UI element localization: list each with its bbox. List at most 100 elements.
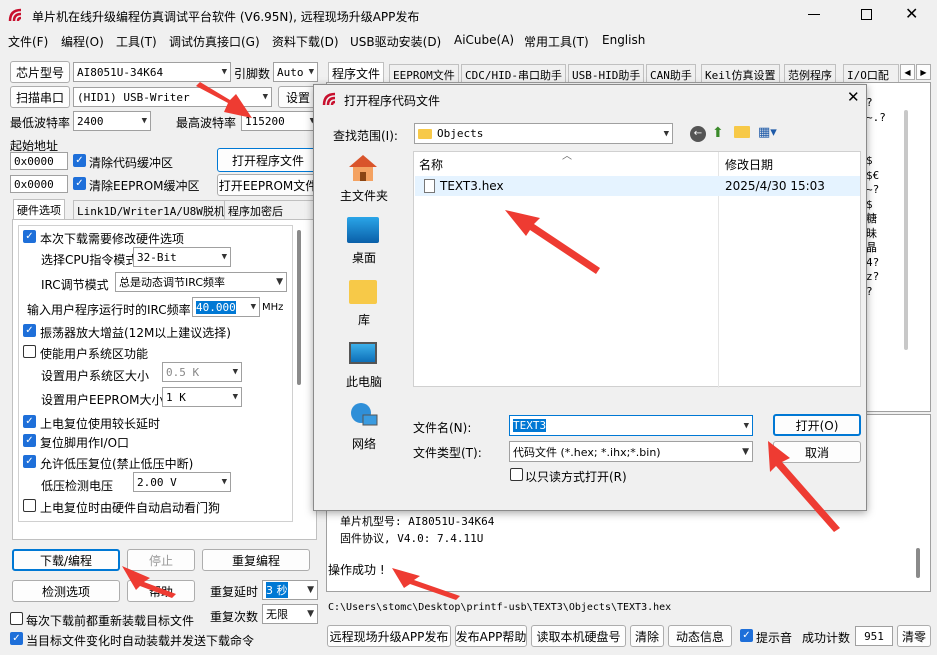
lvr-checkbox[interactable]: ✓ bbox=[23, 455, 36, 468]
chip-model-select[interactable]: AI8051U-34K64 ▼ bbox=[73, 62, 231, 82]
filetype-select[interactable]: 代码文件 (*.hex; *.ihx;*.bin) ▼ bbox=[509, 441, 753, 462]
min-baud-select[interactable]: 2400 ▼ bbox=[73, 111, 151, 131]
network-icon[interactable] bbox=[349, 401, 379, 429]
menu-debug[interactable]: 调试仿真接口(G) bbox=[169, 33, 260, 50]
new-folder-icon[interactable] bbox=[734, 126, 750, 138]
look-in-select[interactable]: Objects ▼ bbox=[414, 123, 673, 144]
modify-hw-checkbox[interactable]: ✓ bbox=[23, 230, 36, 243]
desktop-icon[interactable] bbox=[347, 217, 379, 243]
osc-gain-checkbox[interactable]: ✓ bbox=[23, 324, 36, 337]
back-icon[interactable]: ← bbox=[690, 126, 706, 142]
clear-eeprom-checkbox[interactable]: ✓ bbox=[73, 177, 86, 190]
dialog-close-icon[interactable]: ✕ bbox=[847, 88, 860, 106]
place-home-folder[interactable]: 主文件夹 bbox=[334, 187, 394, 204]
maximize-icon[interactable] bbox=[861, 9, 872, 20]
minimize-icon[interactable] bbox=[808, 14, 820, 15]
settings-button[interactable]: 设置 bbox=[278, 86, 318, 108]
chip-model-value: AI8051U-34K64 bbox=[77, 65, 164, 79]
pin-count-value: Auto bbox=[277, 65, 304, 79]
port-select[interactable]: (HID1) USB-Writer ▼ bbox=[73, 87, 272, 107]
hex-view-scrollbar[interactable] bbox=[904, 110, 908, 350]
pin-count-label: 引脚数 bbox=[234, 67, 271, 81]
menu-usb-driver[interactable]: USB驱动安装(D) bbox=[350, 33, 441, 50]
publish-help-button[interactable]: 发布APP帮助 bbox=[455, 625, 527, 647]
help-button[interactable]: 帮助 bbox=[127, 580, 195, 602]
chevron-down-icon: ▼ bbox=[250, 302, 256, 312]
dialog-app-icon bbox=[322, 91, 338, 107]
home-folder-icon[interactable] bbox=[347, 153, 379, 183]
repeat-count-select[interactable]: 无限 ▼ bbox=[262, 604, 318, 624]
cpu-mode-select[interactable]: 32-Bit ▼ bbox=[133, 247, 231, 267]
options-scrollbar[interactable] bbox=[297, 230, 301, 385]
library-icon[interactable] bbox=[349, 280, 377, 304]
log-scrollbar[interactable] bbox=[916, 548, 920, 578]
eeprom-size-select[interactable]: 1 K ▼ bbox=[162, 387, 242, 407]
log-success: 操作成功 ! bbox=[328, 563, 385, 577]
column-name-header[interactable]: 名称 bbox=[419, 156, 443, 173]
auto-reload-label: 当目标文件变化时自动装载并发送下载命令 bbox=[26, 634, 255, 648]
eeprom-address-input[interactable]: 0x0000 bbox=[10, 175, 68, 193]
tab-hardware-options[interactable]: 硬件选项 bbox=[13, 199, 65, 221]
readonly-checkbox[interactable] bbox=[510, 468, 523, 481]
menu-common-tools[interactable]: 常用工具(T) bbox=[524, 33, 589, 50]
up-folder-icon[interactable]: ⬆ bbox=[712, 125, 724, 141]
clear-code-checkbox[interactable]: ✓ bbox=[73, 154, 86, 167]
tab-scroll-left-icon[interactable]: ◀ bbox=[900, 64, 915, 80]
lvr-label: 允许低压复位(禁止低压中断) bbox=[40, 457, 194, 471]
auto-reload-checkbox[interactable]: ✓ bbox=[10, 632, 23, 645]
eeprom-size-label: 设置用户EEPROM大小 bbox=[41, 393, 164, 407]
irc-freq-value: 40.000 bbox=[196, 300, 236, 314]
menu-program[interactable]: 编程(O) bbox=[61, 33, 104, 50]
chip-model-button[interactable]: 芯片型号 bbox=[10, 61, 70, 83]
place-desktop[interactable]: 桌面 bbox=[334, 249, 394, 266]
clear-button[interactable]: 清除 bbox=[630, 625, 664, 647]
irc-mode-value: 总是动态调节IRC频率 bbox=[119, 276, 226, 289]
file-icon bbox=[424, 179, 435, 193]
place-this-pc[interactable]: 此电脑 bbox=[334, 373, 394, 390]
remote-upgrade-button[interactable]: 远程现场升级APP发布 bbox=[327, 625, 451, 647]
reset-io-checkbox[interactable]: ✓ bbox=[23, 434, 36, 447]
irc-mode-select[interactable]: 总是动态调节IRC频率 ▼ bbox=[115, 272, 287, 292]
long-delay-checkbox[interactable]: ✓ bbox=[23, 415, 36, 428]
lvd-select[interactable]: 2.00 V ▼ bbox=[133, 472, 231, 492]
repeat-delay-select[interactable]: 3 秒 ▼ bbox=[262, 580, 318, 600]
read-disk-id-button[interactable]: 读取本机硬盘号 bbox=[531, 625, 626, 647]
column-date-header[interactable]: 修改日期 bbox=[725, 156, 773, 173]
reset-count-button[interactable]: 清零 bbox=[897, 625, 931, 647]
menu-english[interactable]: English bbox=[602, 33, 645, 47]
hex-ascii-column: ? ~.? $ $€ ~? $ 糖 昧 晶 4? z? ? bbox=[866, 96, 902, 299]
stop-button: 停止 bbox=[127, 549, 195, 571]
computer-icon[interactable] bbox=[349, 342, 377, 364]
beep-checkbox[interactable]: ✓ bbox=[740, 629, 753, 642]
reset-io-label: 复位脚用作I/O口 bbox=[40, 436, 130, 450]
irc-freq-input[interactable]: 40.000 ▼ bbox=[192, 297, 260, 317]
open-eeprom-file-button[interactable]: 打开EEPROM文件 bbox=[217, 174, 319, 196]
max-baud-value: 115200 bbox=[245, 114, 285, 128]
filename-input[interactable]: TEXT3 ▼ bbox=[509, 415, 753, 436]
max-baud-select[interactable]: 115200▼ bbox=[241, 111, 319, 131]
code-address-input[interactable]: 0x0000 bbox=[10, 152, 68, 170]
place-library[interactable]: 库 bbox=[334, 311, 394, 328]
modify-hw-label: 本次下载需要修改硬件选项 bbox=[40, 232, 185, 246]
open-button[interactable]: 打开(O) bbox=[773, 414, 861, 436]
download-program-button[interactable]: 下载/编程 bbox=[12, 549, 120, 571]
reprogram-button[interactable]: 重复编程 bbox=[202, 549, 310, 571]
open-program-file-button[interactable]: 打开程序文件 bbox=[217, 148, 319, 172]
menu-tools[interactable]: 工具(T) bbox=[116, 33, 157, 50]
reload-each-checkbox[interactable] bbox=[10, 612, 23, 625]
detect-options-button[interactable]: 检测选项 bbox=[12, 580, 120, 602]
place-network[interactable]: 网络 bbox=[334, 435, 394, 452]
cancel-button[interactable]: 取消 bbox=[773, 441, 861, 463]
view-menu-icon[interactable]: ▦▾ bbox=[758, 125, 777, 140]
scan-port-button[interactable]: 扫描串口 bbox=[10, 86, 70, 108]
menu-download[interactable]: 资料下载(D) bbox=[272, 33, 339, 50]
close-icon[interactable]: ✕ bbox=[905, 4, 918, 23]
pin-count-select[interactable]: Auto ▼ bbox=[273, 62, 318, 82]
watchdog-checkbox[interactable] bbox=[23, 499, 36, 512]
sysarea-checkbox[interactable] bbox=[23, 345, 36, 358]
chevron-down-icon: ▼ bbox=[742, 446, 749, 457]
menu-file[interactable]: 文件(F) bbox=[8, 33, 48, 50]
menu-aicube[interactable]: AiCube(A) bbox=[454, 33, 514, 47]
dynamic-info-button[interactable]: 动态信息 bbox=[668, 625, 732, 647]
tab-scroll-right-icon[interactable]: ▶ bbox=[916, 64, 931, 80]
